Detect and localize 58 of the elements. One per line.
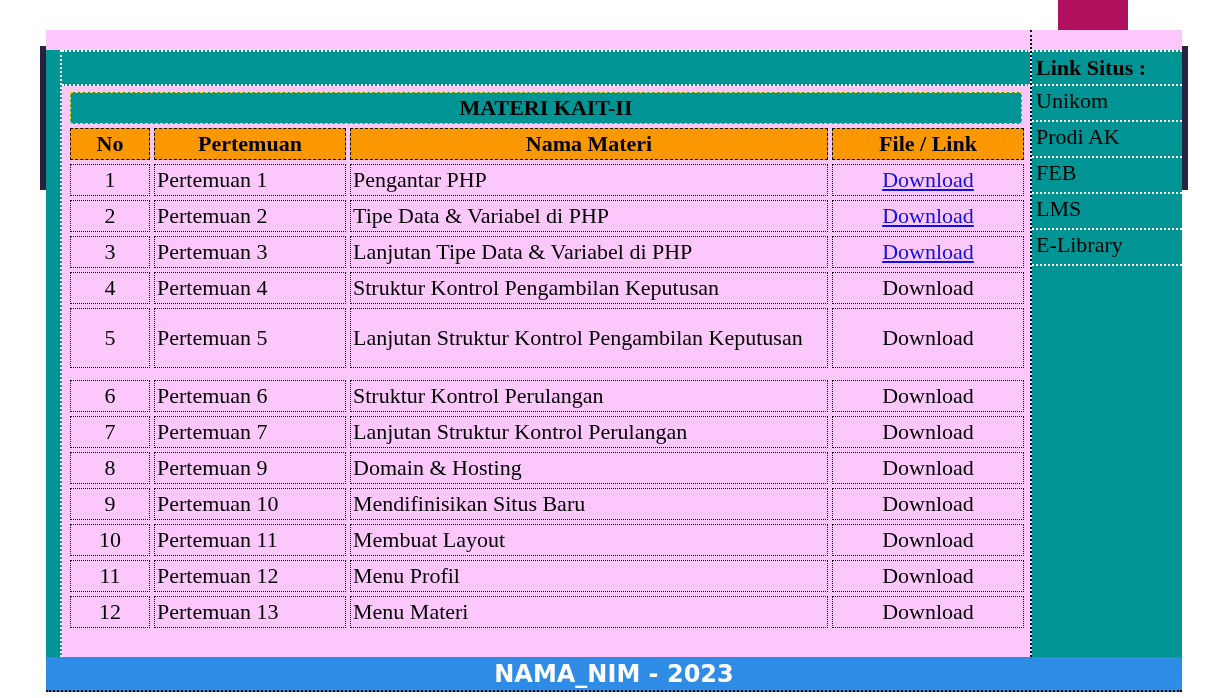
table-cell: Pertemuan 6 xyxy=(154,380,346,412)
table-cell: Lanjutan Tipe Data & Variabel di PHP xyxy=(350,236,828,268)
table-title: MATERI KAIT-II xyxy=(70,92,1022,124)
sidebar-link[interactable]: Prodi AK xyxy=(1032,122,1182,158)
table-cell: Pertemuan 2 xyxy=(154,200,346,232)
table-cell: 6 xyxy=(70,380,150,412)
table-cell: Struktur Kontrol Perulangan xyxy=(350,380,828,412)
table-cell: Pertemuan 12 xyxy=(154,560,346,592)
corner-decoration xyxy=(1058,0,1128,30)
table-cell: Pertemuan 5 xyxy=(154,308,346,368)
table-cell: 10 xyxy=(70,524,150,556)
sidebar-link[interactable]: Unikom xyxy=(1032,86,1182,122)
sidebar-link[interactable]: LMS xyxy=(1032,194,1182,230)
table-cell: 2 xyxy=(70,200,150,232)
sidebar-link[interactable]: FEB xyxy=(1032,158,1182,194)
table-cell: Menu Profil xyxy=(350,560,828,592)
table-cell: Menu Materi xyxy=(350,596,828,628)
download-text: Download xyxy=(882,526,974,554)
table-cell: Struktur Kontrol Pengambilan Keputusan xyxy=(350,272,828,304)
column-header: File / Link xyxy=(832,128,1024,160)
download-text: Download xyxy=(882,382,974,410)
table-cell: Pengantar PHP xyxy=(350,164,828,196)
table-cell: 8 xyxy=(70,452,150,484)
table-cell: Domain & Hosting xyxy=(350,452,828,484)
table-cell: Membuat Layout xyxy=(350,524,828,556)
table-cell: Pertemuan 1 xyxy=(154,164,346,196)
download-text: Download xyxy=(882,324,974,352)
table-cell: Pertemuan 11 xyxy=(154,524,346,556)
column-header: Pertemuan xyxy=(154,128,346,160)
footer-bar: NAMA_NIM - 2023 xyxy=(46,657,1182,692)
download-text: Download xyxy=(882,274,974,302)
table-cell: Pertemuan 4 xyxy=(154,272,346,304)
column-header: Nama Materi xyxy=(350,128,828,160)
table-cell: 5 xyxy=(70,308,150,368)
table-cell: Mendifinisikan Situs Baru xyxy=(350,488,828,520)
sidebar-heading: Link Situs : xyxy=(1032,50,1182,86)
download-text: Download xyxy=(882,562,974,590)
table-cell: 1 xyxy=(70,164,150,196)
table-cell: Pertemuan 7 xyxy=(154,416,346,448)
table-cell: Lanjutan Struktur Kontrol Perulangan xyxy=(350,416,828,448)
table-cell: 12 xyxy=(70,596,150,628)
table-cell: Pertemuan 13 xyxy=(154,596,346,628)
download-text: Download xyxy=(882,490,974,518)
table-cell: 4 xyxy=(70,272,150,304)
table-cell: 7 xyxy=(70,416,150,448)
download-text: Download xyxy=(882,454,974,482)
download-text: Download xyxy=(882,418,974,446)
table-cell: Pertemuan 3 xyxy=(154,236,346,268)
table-cell: 11 xyxy=(70,560,150,592)
table-cell: Lanjutan Struktur Kontrol Pengambilan Keputusan xyxy=(350,308,828,368)
table-cell: 9 xyxy=(70,488,150,520)
table-cell: Tipe Data & Variabel di PHP xyxy=(350,200,828,232)
download-text: Download xyxy=(882,598,974,626)
table-cell: Pertemuan 10 xyxy=(154,488,346,520)
table-cell: Pertemuan 9 xyxy=(154,452,346,484)
table-cell: 3 xyxy=(70,236,150,268)
sidebar-link[interactable]: E-Library xyxy=(1032,230,1182,266)
column-header: No xyxy=(70,128,150,160)
